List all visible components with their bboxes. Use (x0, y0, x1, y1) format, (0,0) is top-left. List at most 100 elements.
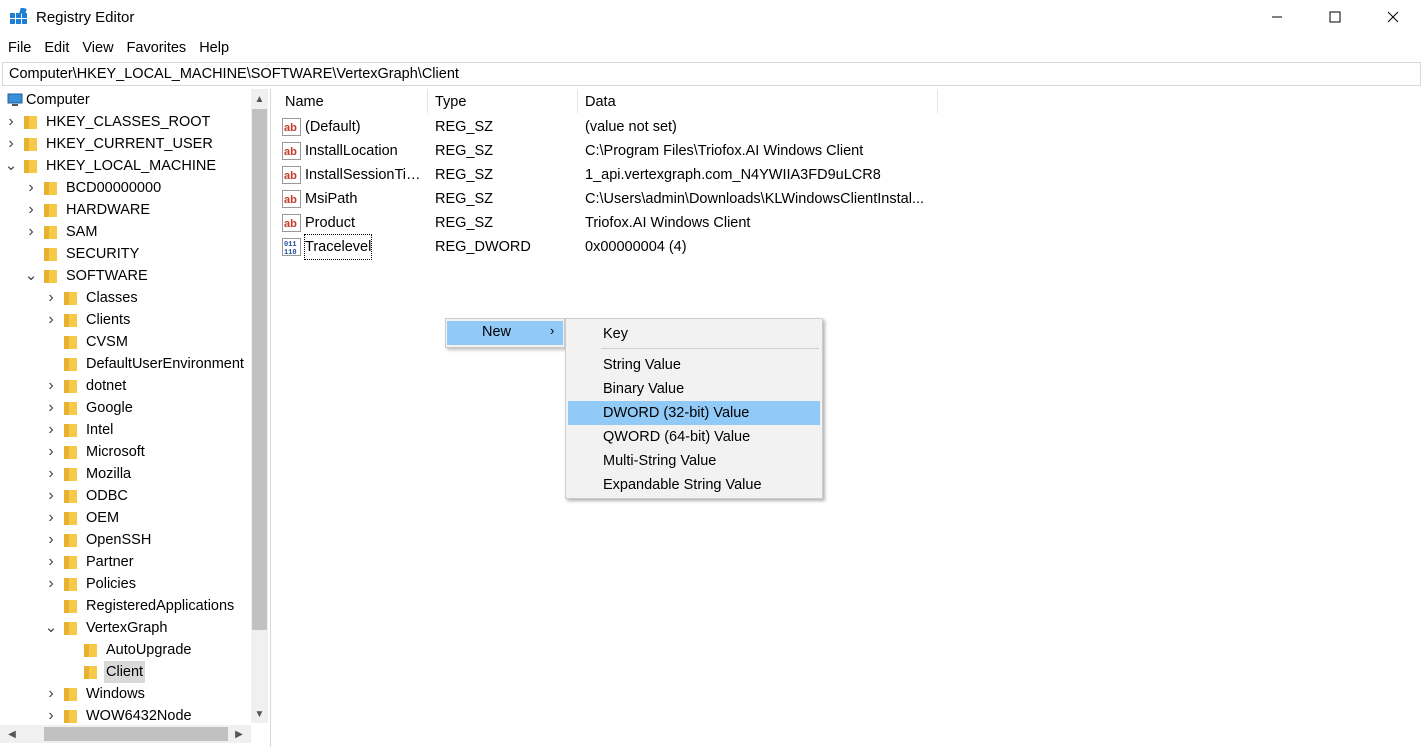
chevron-right-icon[interactable]: › (46, 485, 56, 507)
tree-vertical-scroll-thumb[interactable] (252, 109, 267, 630)
chevron-right-icon[interactable]: › (46, 529, 56, 551)
scroll-down-icon[interactable]: ▼ (253, 706, 266, 722)
tree-item-label: Computer (26, 92, 90, 108)
submenu-item[interactable]: QWORD (64-bit) Value (568, 425, 820, 449)
folder-icon (64, 710, 77, 723)
chevron-right-icon[interactable]: › (46, 397, 56, 419)
value-row[interactable]: ab InstallSessionTic... REG_SZ 1_api.vertex… (282, 163, 938, 187)
tree-item[interactable]: CVSM (0, 331, 251, 353)
chevron-right-icon[interactable]: › (46, 287, 56, 309)
tree-item[interactable]: › BCD00000000 (0, 177, 251, 199)
column-type-header[interactable]: Type (428, 89, 578, 113)
value-row[interactable]: ab InstallLocation REG_SZ C:\Program Files\… (282, 139, 938, 163)
submenu-item[interactable]: String Value (568, 353, 820, 377)
chevron-right-icon[interactable]: › (46, 375, 56, 397)
chevron-down-icon[interactable]: ⌄ (25, 265, 38, 287)
tree-item-label: SAM (66, 224, 98, 240)
tree-item[interactable]: › OEM (0, 507, 251, 529)
scroll-left-icon[interactable]: ◀ (5, 727, 19, 741)
menu-file[interactable]: File (3, 37, 36, 59)
tree-item[interactable]: SECURITY (0, 243, 251, 265)
submenu-item[interactable]: Multi-String Value (568, 449, 820, 473)
submenu-item[interactable]: Key (568, 322, 820, 346)
tree-item[interactable]: › Partner (0, 551, 251, 573)
chevron-right-icon[interactable]: › (46, 683, 56, 705)
submenu-item[interactable]: Expandable String Value (568, 473, 820, 497)
tree-item[interactable]: › Mozilla (0, 463, 251, 485)
chevron-right-icon[interactable]: › (26, 177, 36, 199)
chevron-right-icon[interactable]: › (6, 133, 16, 155)
tree-item[interactable]: › ODBC (0, 485, 251, 507)
tree-item[interactable]: › OpenSSH (0, 529, 251, 551)
chevron-right-icon[interactable]: › (46, 507, 56, 529)
chevron-right-icon[interactable]: › (6, 111, 16, 133)
tree-item[interactable]: › WOW6432Node (0, 705, 251, 727)
tree-item-label: CVSM (86, 334, 128, 350)
tree-item-label: Client (104, 661, 146, 683)
chevron-right-icon[interactable]: › (26, 199, 36, 221)
chevron-right-icon[interactable]: › (46, 551, 56, 573)
chevron-right-icon[interactable]: › (26, 221, 36, 243)
menu-help[interactable]: Help (194, 37, 234, 59)
column-name-header[interactable]: Name (278, 89, 428, 113)
chevron-right-icon[interactable]: › (46, 419, 56, 441)
tree-item[interactable]: › HKEY_CURRENT_USER (0, 133, 251, 155)
tree-item[interactable]: › dotnet (0, 375, 251, 397)
value-row[interactable]: 011 110 Tracelevel REG_DWORD 0x00000004 (4) (282, 234, 938, 260)
minimize-button[interactable] (1248, 0, 1306, 34)
chevron-right-icon[interactable]: › (46, 463, 56, 485)
folder-icon (44, 182, 57, 195)
title-bar[interactable] (0, 0, 1426, 34)
context-menu-new[interactable]: New › (447, 321, 563, 345)
tree-item[interactable]: › SAM (0, 221, 251, 243)
chevron-down-icon[interactable]: ⌄ (5, 155, 18, 177)
menu-favorites[interactable]: Favorites (122, 37, 192, 59)
scroll-up-icon[interactable]: ▲ (253, 91, 266, 107)
tree-item-label: VertexGraph (86, 620, 168, 636)
value-row[interactable]: ab Product REG_SZ Triofox.AI Windows Client (282, 211, 938, 235)
menu-edit[interactable]: Edit (39, 37, 74, 59)
tree-item[interactable]: › Google (0, 397, 251, 419)
tree-item[interactable]: › Windows (0, 683, 251, 705)
submenu-item[interactable]: Binary Value (568, 377, 820, 401)
scroll-right-icon[interactable]: ▶ (232, 727, 246, 741)
tree-item[interactable]: › Policies (0, 573, 251, 595)
tree-item[interactable]: › Classes (0, 287, 251, 309)
value-row[interactable]: ab (Default) REG_SZ (value not set) (282, 115, 938, 139)
tree-horizontal-scroll-thumb[interactable] (44, 727, 228, 741)
tree-item[interactable]: Computer (0, 89, 251, 111)
submenu-item[interactable]: DWORD (32-bit) Value (568, 401, 820, 425)
tree-item[interactable]: › Clients (0, 309, 251, 331)
maximize-button[interactable] (1306, 0, 1364, 34)
tree-item[interactable]: RegisteredApplications (0, 595, 251, 617)
chevron-right-icon[interactable]: › (46, 573, 56, 595)
chevron-right-icon[interactable]: › (46, 441, 56, 463)
column-data-header[interactable]: Data (578, 89, 938, 113)
tree-item[interactable]: ⌄ VertexGraph (0, 617, 251, 639)
tree-item[interactable]: ⌄ SOFTWARE (0, 265, 251, 287)
value-type: REG_DWORD (435, 239, 531, 255)
folder-icon (44, 270, 57, 283)
tree-item-label: Policies (86, 576, 136, 592)
tree-item[interactable]: AutoUpgrade (0, 639, 251, 661)
tree-item[interactable]: › HARDWARE (0, 199, 251, 221)
value-row[interactable]: ab MsiPath REG_SZ C:\Users\admin\Downloads\… (282, 187, 938, 211)
tree-item[interactable]: › Microsoft (0, 441, 251, 463)
tree-item-label: Intel (86, 422, 114, 438)
chevron-right-icon[interactable]: › (46, 309, 56, 331)
tree-item[interactable]: ⌄ HKEY_LOCAL_MACHINE (0, 155, 251, 177)
tree-item[interactable]: › Intel (0, 419, 251, 441)
close-button[interactable] (1364, 0, 1422, 34)
menu-view[interactable]: View (77, 37, 118, 59)
value-name: Tracelevel (303, 234, 373, 260)
address-bar[interactable]: Computer\HKEY_LOCAL_MACHINE\SOFTWARE\Ver… (2, 62, 1421, 86)
folder-icon (64, 512, 77, 525)
chevron-right-icon[interactable]: › (46, 705, 56, 727)
tree-item[interactable]: Client (0, 661, 251, 683)
value-name: Product (305, 215, 355, 231)
tree-item[interactable]: › HKEY_CLASSES_ROOT (0, 111, 251, 133)
tree-item-label: SOFTWARE (66, 268, 148, 284)
svg-text:ab: ab (284, 122, 297, 134)
tree-item[interactable]: DefaultUserEnvironment (0, 353, 251, 375)
chevron-down-icon[interactable]: ⌄ (45, 617, 58, 639)
